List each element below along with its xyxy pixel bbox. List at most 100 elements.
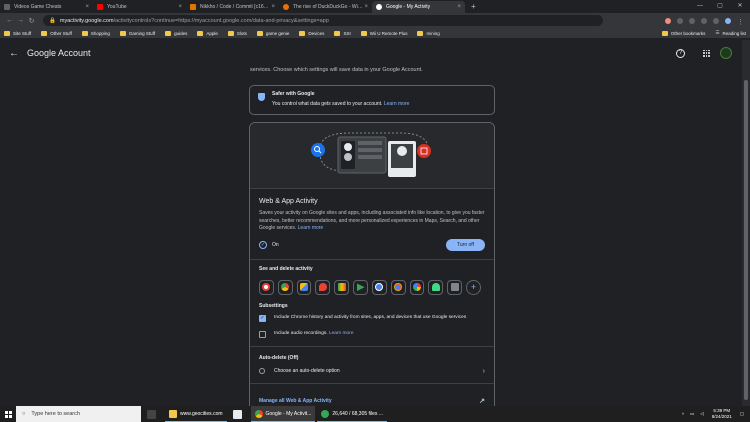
scrollbar-thumb[interactable] — [744, 80, 748, 400]
notifications-icon[interactable]: ▢ — [740, 411, 744, 417]
bookmark-item[interactable]: Wii U Remote Plus — [360, 30, 407, 36]
tab-favicon-icon — [4, 4, 10, 10]
taskbar-item-explorer[interactable]: www.geocities.com — [165, 406, 227, 422]
apps-grid-icon[interactable] — [703, 49, 710, 57]
network-icon[interactable]: ▭ — [690, 411, 694, 417]
folder-icon — [299, 30, 306, 36]
more-apps-button[interactable]: + — [466, 279, 481, 295]
maps-icon[interactable] — [315, 279, 331, 295]
bookmark-item[interactable]: Apple — [197, 30, 218, 36]
extension-icon[interactable] — [701, 17, 707, 24]
taskbar-item-chrome[interactable]: Google - My Activit... — [250, 406, 316, 422]
extension-icon[interactable] — [677, 17, 683, 24]
audio-label: Include audio recordings. Learn more — [274, 330, 354, 336]
scrollbar[interactable] — [742, 40, 750, 406]
close-icon[interactable]: × — [364, 4, 368, 10]
google-ads-icon[interactable] — [296, 279, 312, 295]
bookmark-item[interactable]: Gaming Stuff — [119, 30, 155, 36]
minimize-button[interactable]: — — [690, 0, 710, 12]
reload-icon[interactable]: ↻ — [26, 17, 37, 25]
folder-icon — [227, 30, 234, 36]
volume-icon[interactable]: ◁ — [700, 411, 703, 417]
clock[interactable]: 5:39 PM 8/24/2021 — [712, 408, 732, 420]
chrome-icon[interactable] — [277, 279, 293, 295]
play-store-icon[interactable] — [334, 279, 350, 295]
windows-start-icon[interactable] — [0, 410, 16, 418]
extension-icon[interactable] — [665, 17, 671, 24]
status-text: On — [272, 241, 279, 248]
folder-icon — [41, 30, 48, 36]
profile-icon[interactable] — [725, 17, 731, 24]
other-bookmarks[interactable]: Other bookmarks — [661, 30, 705, 36]
close-icon[interactable]: × — [85, 4, 89, 10]
news-icon[interactable] — [371, 279, 387, 295]
tab-my-activity[interactable]: Google - My Activity × — [372, 1, 465, 13]
back-arrow-icon[interactable]: ← — [9, 48, 19, 59]
android-icon[interactable] — [428, 279, 444, 295]
new-tab-button[interactable]: + — [471, 1, 476, 13]
folder-icon — [417, 30, 424, 36]
taskbar-search-input[interactable]: ○ Type here to search — [16, 406, 141, 422]
avatar[interactable] — [720, 47, 732, 59]
bookmark-item[interactable]: Shopping — [81, 30, 110, 36]
folder-icon — [165, 30, 172, 36]
tab-code-commit[interactable]: Nikkho / Code / Commit [c1621] × — [186, 1, 279, 13]
photos-icon[interactable] — [409, 279, 425, 295]
web-app-activity-card: Web & App Activity Saves your activity o… — [249, 122, 495, 412]
bookmark-item[interactable]: mining — [417, 30, 440, 36]
app-icons-row: + — [259, 279, 485, 295]
audio-checkbox[interactable] — [259, 330, 266, 338]
bookmark-item[interactable]: Other Stuff — [41, 30, 72, 36]
folder-icon — [119, 30, 126, 36]
bookmarks-bar: Site Stuff Other Stuff Shopping Gaming S… — [0, 28, 750, 39]
close-window-button[interactable]: ✕ — [730, 0, 750, 12]
chrome-history-label: Include Chrome history and activity from… — [274, 314, 467, 320]
extension-icon[interactable] — [713, 17, 719, 24]
chrome-history-checkbox[interactable]: ✓ — [259, 314, 266, 322]
close-icon[interactable]: × — [271, 4, 275, 10]
youtube-icon — [97, 4, 103, 10]
divider — [250, 258, 494, 260]
task-view-icon[interactable] — [147, 409, 156, 419]
learn-more-link[interactable]: Learn more — [384, 101, 410, 107]
chevron-right-icon: › — [482, 367, 485, 375]
bookmark-item[interactable]: Slots — [227, 30, 247, 36]
bookmark-item[interactable]: Devices — [299, 30, 324, 36]
external-link-icon: ↗ — [479, 397, 485, 405]
menu-icon[interactable]: ⋮ — [737, 18, 744, 26]
manage-activity-link[interactable]: Manage all Web & App Activity ↗ — [259, 397, 485, 405]
taskbar-item-sync[interactable]: 26,640 / 68,305 files ... — [317, 406, 387, 422]
sync-icon — [321, 409, 330, 418]
play-icon[interactable] — [353, 279, 368, 295]
help-icon[interactable]: ? — [676, 48, 685, 58]
reading-list-icon: ☰ — [715, 30, 720, 35]
bookmark-item[interactable]: guides — [165, 30, 187, 36]
safer-heading: Safer with Google — [272, 91, 315, 97]
bookmark-item[interactable]: SSI — [334, 30, 351, 36]
tab-video-cheats[interactable]: Videos Game Cheats × — [0, 1, 93, 13]
store-icon[interactable] — [232, 409, 242, 419]
tab-duckduckgo[interactable]: The rise of DuckDuckGo - Windo × — [279, 1, 372, 13]
close-icon[interactable]: × — [178, 4, 182, 10]
tab-youtube[interactable]: YouTube × — [93, 1, 186, 13]
reading-list[interactable]: ☰ Reading list — [715, 30, 746, 36]
close-icon[interactable]: × — [457, 4, 461, 10]
back-icon[interactable]: ← — [4, 17, 15, 24]
auto-delete-option[interactable]: Choose an auto-delete option › — [259, 368, 485, 375]
url-input[interactable]: 🔒 myactivity.google.com/activitycontrols… — [43, 15, 603, 26]
window-controls: — ▢ ✕ — [690, 0, 750, 12]
chevron-up-icon[interactable]: ^ — [682, 412, 684, 417]
google-icon — [376, 4, 382, 10]
bookmark-item[interactable]: Site Stuff — [4, 30, 31, 36]
learn-more-link[interactable]: Learn more — [298, 225, 324, 231]
assistant-icon[interactable] — [390, 279, 406, 295]
audio-learn-more-link[interactable]: Learn more — [329, 331, 354, 336]
forward-icon[interactable]: → — [15, 17, 26, 24]
search-icon: ○ — [22, 411, 26, 417]
google-search-icon[interactable] — [259, 279, 274, 295]
turn-off-button[interactable]: Turn off — [446, 238, 485, 251]
google-tv-icon[interactable] — [447, 279, 463, 295]
extension-icon[interactable] — [689, 17, 695, 24]
maximize-button[interactable]: ▢ — [710, 0, 730, 12]
bookmark-item[interactable]: game genie — [256, 30, 289, 36]
